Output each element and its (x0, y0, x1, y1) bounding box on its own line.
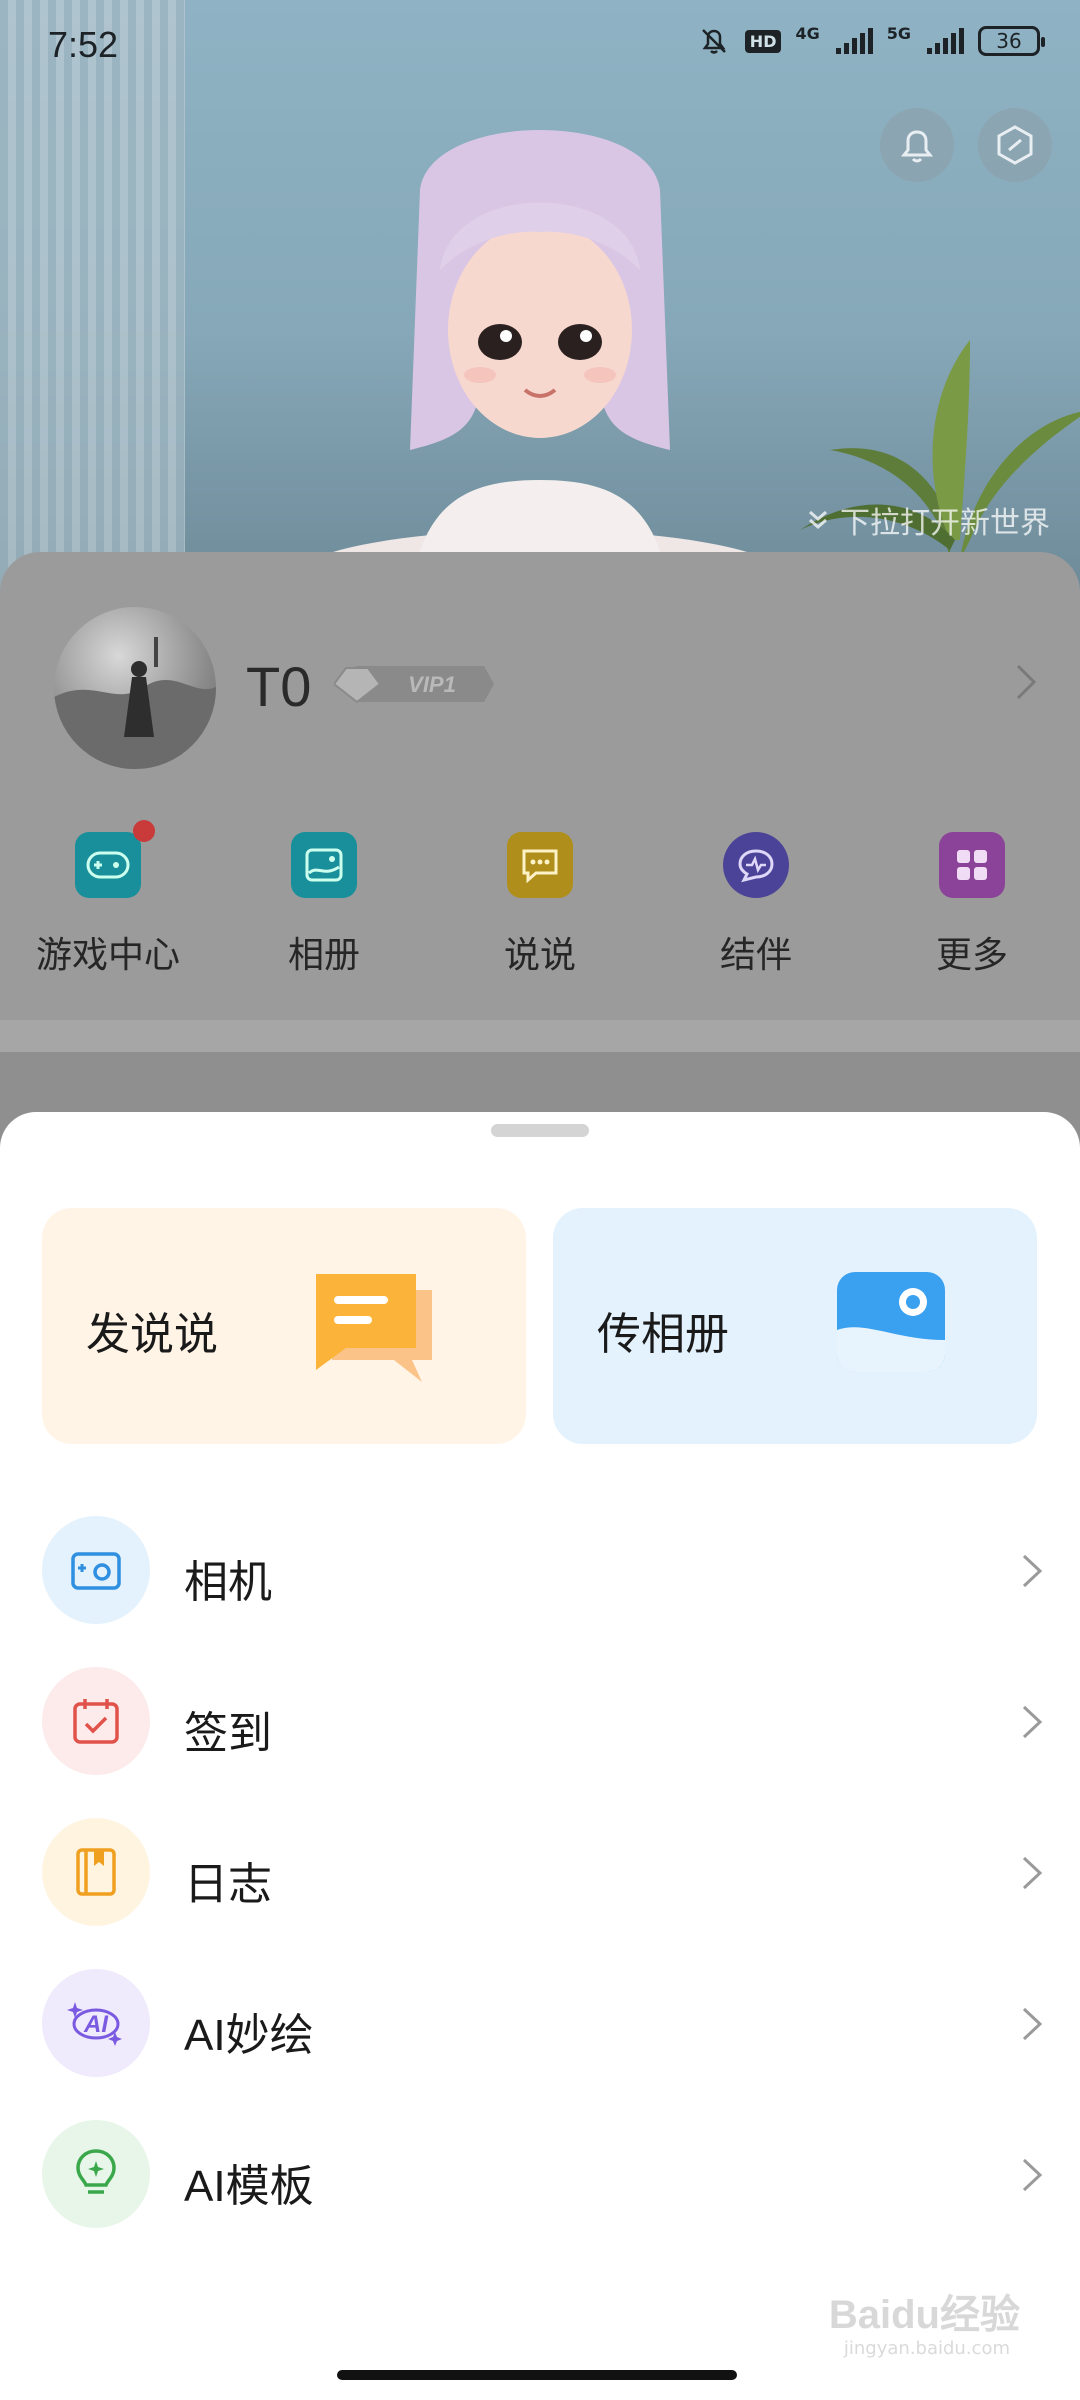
bell-icon (900, 130, 934, 163)
menu-item-label: 日志 (184, 1860, 272, 1909)
menu-item-ai-template[interactable]: AI模板 (0, 2104, 1080, 2244)
upload-album-icon (837, 1272, 945, 1372)
avatar[interactable] (54, 607, 216, 769)
watermark-url: jingyan.baidu.com (843, 2338, 1010, 2359)
chevron-right-icon (1022, 1554, 1043, 1588)
notification-badge (133, 820, 155, 842)
menu-item-label: AI妙绘 (184, 2011, 314, 2060)
journal-icon (42, 1818, 150, 1926)
lightbulb-icon (42, 2120, 150, 2228)
post-chat-icon (316, 1274, 432, 1382)
grid-icon (939, 832, 1005, 898)
quick-action-game-center[interactable]: 游戏中心 (23, 820, 193, 978)
chat-bubble-icon (507, 832, 573, 898)
quick-action-label: 说说 (503, 935, 576, 976)
bottom-sheet: 发说说 传相册 相机 签到 日志 AI AI妙绘 AI模板 (0, 1112, 1080, 2400)
notification-button[interactable] (880, 108, 954, 182)
quick-action-album[interactable]: 相册 (239, 832, 409, 978)
post-status-label: 发说说 (86, 1309, 218, 1360)
quick-action-posts[interactable]: 说说 (455, 832, 625, 978)
calendar-check-icon (42, 1667, 150, 1775)
vip-badge: VIP1 (334, 666, 494, 704)
chevron-right-icon (1022, 1705, 1043, 1739)
status-icons: HD 4G 5G 36 (697, 24, 1045, 58)
network-label-4g: 4G (795, 24, 820, 43)
section-divider (0, 1020, 1080, 1052)
upload-album-label: 传相册 (597, 1309, 729, 1360)
ai-paint-icon: AI (42, 1969, 150, 2077)
chevron-right-icon (1016, 664, 1037, 700)
pull-down-hint-text: 下拉打开新世界 (840, 506, 1050, 541)
quick-action-label: 游戏中心 (35, 935, 180, 976)
camera-icon (42, 1516, 150, 1624)
upload-album-card[interactable]: 传相册 (553, 1208, 1037, 1444)
status-bar: 7:52 HD 4G 5G 36 (0, 0, 1080, 90)
bell-muted-icon (701, 29, 726, 54)
quick-action-label: 相册 (287, 935, 360, 976)
avatar-3d-illustration (290, 130, 790, 600)
home-indicator[interactable] (337, 2370, 737, 2380)
network-label-5g: 5G (886, 24, 911, 43)
quick-action-label: 结伴 (719, 935, 792, 976)
menu-item-label: AI模板 (184, 2162, 314, 2211)
svg-text:AI: AI (83, 2011, 109, 2038)
menu-item-label: 签到 (184, 1709, 272, 1758)
settings-button[interactable] (978, 108, 1052, 182)
quick-action-companion[interactable]: 结伴 (671, 832, 841, 978)
signal-icon (835, 28, 873, 54)
vip-badge-label: VIP1 (408, 672, 456, 697)
pull-down-hint: 下拉打开新世界 (804, 498, 1050, 542)
profile-card[interactable]: T0 VIP1 游戏中心 相册 说说 结伴 更多 (0, 552, 1080, 1022)
chevron-right-icon (1022, 1856, 1043, 1890)
pulse-chat-icon (723, 832, 789, 898)
post-status-card[interactable]: 发说说 (42, 1208, 526, 1444)
menu-item-label: 相机 (184, 1558, 272, 1607)
avatar-image (54, 637, 216, 769)
sheet-drag-handle[interactable] (491, 1124, 589, 1137)
photo-icon (291, 832, 357, 898)
double-chevron-down-icon (809, 510, 827, 529)
chevron-right-icon (1022, 2007, 1043, 2041)
signal-icon (927, 28, 964, 54)
status-time: 7:52 (48, 24, 119, 65)
username: T0 (246, 655, 312, 718)
quick-action-label: 更多 (935, 935, 1008, 976)
quick-actions: 游戏中心 相册 说说 结伴 更多 (0, 820, 1080, 978)
hd-badge: HD (744, 29, 782, 53)
curtain-decoration (0, 0, 185, 600)
battery-icon: 36 (978, 26, 1045, 56)
hexagon-settings-icon (997, 125, 1033, 165)
watermark-logo: Baidu经验 (828, 2293, 1020, 2337)
gamepad-icon (75, 820, 155, 898)
menu-item-checkin[interactable]: 签到 (0, 1651, 1080, 1791)
chevron-right-icon (1022, 2158, 1043, 2192)
quick-action-more[interactable]: 更多 (887, 832, 1057, 978)
menu-item-journal[interactable]: 日志 (0, 1802, 1080, 1942)
menu-item-camera[interactable]: 相机 (0, 1500, 1080, 1640)
menu-item-ai-paint[interactable]: AI AI妙绘 (0, 1953, 1080, 2093)
